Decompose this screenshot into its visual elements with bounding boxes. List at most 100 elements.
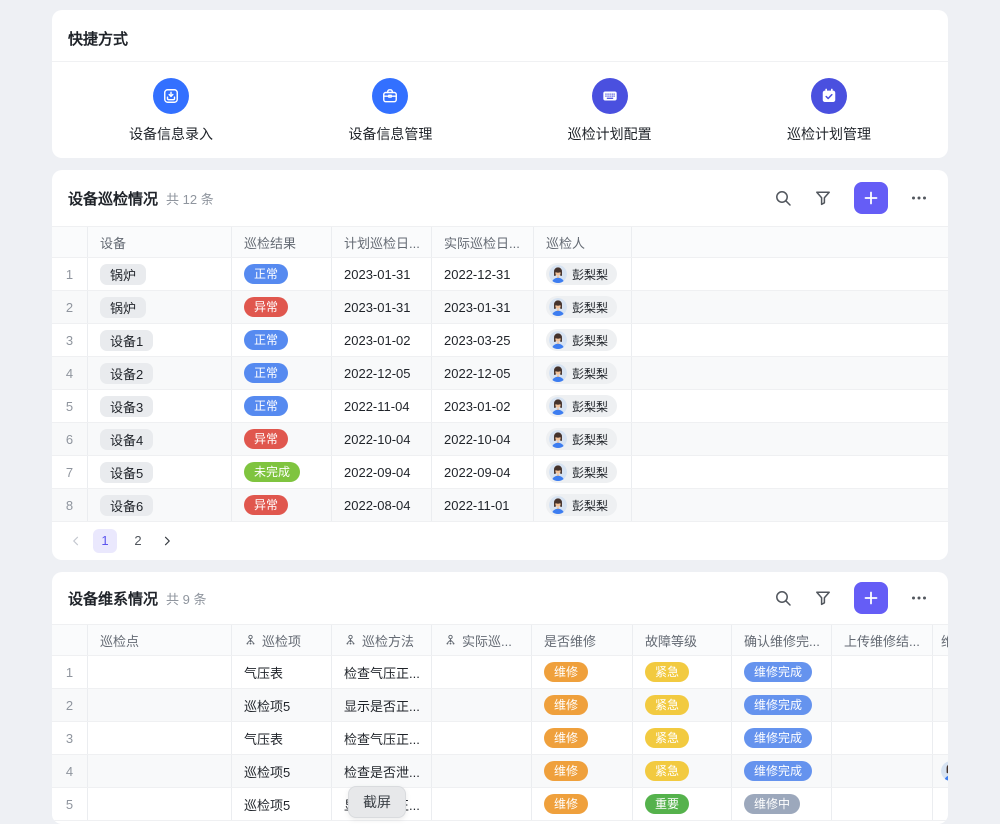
table-row[interactable]: 2 巡检项5 显示是否正... 维修 紧急 维修完成	[52, 689, 948, 722]
plan-date-cell[interactable]: 2022-09-04	[332, 456, 432, 488]
shortcut-device-info-manage[interactable]: 设备信息管理	[315, 78, 465, 144]
confirm-cell[interactable]: 维修完成	[732, 722, 832, 754]
level-cell[interactable]: 紧急	[633, 755, 732, 787]
device-cell[interactable]: 设备4	[88, 423, 232, 455]
plan-date-cell[interactable]: 2023-01-31	[332, 258, 432, 290]
point-cell[interactable]	[88, 689, 232, 721]
actual-date-cell[interactable]: 2023-01-31	[432, 291, 534, 323]
table-row[interactable]: 1 锅炉 正常 2023-01-31 2022-12-31 彭梨梨	[52, 258, 948, 291]
actual-cell[interactable]	[432, 722, 532, 754]
table-row[interactable]: 2 锅炉 异常 2023-01-31 2023-01-31 彭梨梨	[52, 291, 948, 324]
table-row[interactable]: 3 气压表 检查气压正... 维修 紧急 维修完成	[52, 722, 948, 755]
column-header-upload[interactable]: 上传维修结...	[832, 625, 933, 655]
item-cell[interactable]: 巡检项5	[232, 788, 332, 820]
point-cell[interactable]	[88, 755, 232, 787]
device-cell[interactable]: 设备3	[88, 390, 232, 422]
table-row[interactable]: 5 巡检项5 显示是否正... 维修 重要 维修中	[52, 788, 948, 821]
device-cell[interactable]: 锅炉	[88, 258, 232, 290]
result-cell[interactable]: 正常	[232, 390, 332, 422]
level-cell[interactable]: 紧急	[633, 656, 732, 688]
table-row[interactable]: 7 设备5 未完成 2022-09-04 2022-09-04 彭梨梨	[52, 456, 948, 489]
repair-cell[interactable]: 维修	[532, 755, 633, 787]
upload-cell[interactable]	[832, 722, 933, 754]
column-header-actual[interactable]: 实际巡...	[432, 625, 532, 655]
item-cell[interactable]: 巡检项5	[232, 755, 332, 787]
table-row[interactable]: 3 设备1 正常 2023-01-02 2023-03-25 彭梨梨	[52, 324, 948, 357]
point-cell[interactable]	[88, 656, 232, 688]
shortcut-plan-manage[interactable]: 巡检计划管理	[754, 78, 904, 144]
column-header-point[interactable]: 巡检点	[88, 625, 232, 655]
shortcut-plan-config[interactable]: 巡检计划配置	[535, 78, 685, 144]
plan-date-cell[interactable]: 2022-10-04	[332, 423, 432, 455]
device-cell[interactable]: 锅炉	[88, 291, 232, 323]
actual-date-cell[interactable]: 2022-10-04	[432, 423, 534, 455]
result-cell[interactable]: 正常	[232, 324, 332, 356]
add-record-button[interactable]	[854, 582, 888, 614]
more-icon[interactable]	[906, 185, 932, 211]
inspector-cell[interactable]: 彭梨梨	[534, 423, 632, 455]
page-button-2[interactable]: 2	[126, 529, 150, 553]
column-header-plan-date[interactable]: 计划巡检日...	[332, 227, 432, 257]
actual-cell[interactable]	[432, 788, 532, 820]
table-row[interactable]: 5 设备3 正常 2022-11-04 2023-01-02 彭梨梨	[52, 390, 948, 423]
result-cell[interactable]: 正常	[232, 357, 332, 389]
repair-cell[interactable]: 维修	[532, 689, 633, 721]
inspector-cell[interactable]: 彭梨梨	[534, 489, 632, 521]
plan-date-cell[interactable]: 2023-01-02	[332, 324, 432, 356]
actual-date-cell[interactable]: 2023-03-25	[432, 324, 534, 356]
actual-date-cell[interactable]: 2022-11-01	[432, 489, 534, 521]
clipped-cell[interactable]	[933, 755, 948, 787]
column-header-device[interactable]: 设备	[88, 227, 232, 257]
inspector-cell[interactable]: 彭梨梨	[534, 357, 632, 389]
page-button-1[interactable]: 1	[93, 529, 117, 553]
table-row[interactable]: 8 设备6 异常 2022-08-04 2022-11-01 彭梨梨	[52, 489, 948, 522]
confirm-cell[interactable]: 维修完成	[732, 689, 832, 721]
confirm-cell[interactable]: 维修完成	[732, 755, 832, 787]
plan-date-cell[interactable]: 2022-08-04	[332, 489, 432, 521]
plan-date-cell[interactable]: 2022-12-05	[332, 357, 432, 389]
repair-cell[interactable]: 维修	[532, 722, 633, 754]
result-cell[interactable]: 异常	[232, 291, 332, 323]
table-row[interactable]: 6 设备4 异常 2022-10-04 2022-10-04 彭梨梨	[52, 423, 948, 456]
column-header-actual-date[interactable]: 实际巡检日...	[432, 227, 534, 257]
plan-date-cell[interactable]: 2022-11-04	[332, 390, 432, 422]
plan-date-cell[interactable]: 2023-01-31	[332, 291, 432, 323]
column-header-inspector[interactable]: 巡检人	[534, 227, 632, 257]
inspector-cell[interactable]: 彭梨梨	[534, 390, 632, 422]
confirm-cell[interactable]: 维修中	[732, 788, 832, 820]
table-row[interactable]: 4 巡检项5 检查是否泄... 维修 紧急 维修完成	[52, 755, 948, 788]
repair-cell[interactable]: 维修	[532, 788, 633, 820]
result-cell[interactable]: 正常	[232, 258, 332, 290]
confirm-cell[interactable]: 维修完成	[732, 656, 832, 688]
filter-icon[interactable]	[810, 585, 836, 611]
point-cell[interactable]	[88, 788, 232, 820]
method-cell[interactable]: 检查气压正...	[332, 656, 432, 688]
upload-cell[interactable]	[832, 689, 933, 721]
upload-cell[interactable]	[832, 656, 933, 688]
inspector-cell[interactable]: 彭梨梨	[534, 291, 632, 323]
chevron-right-icon[interactable]	[159, 533, 175, 549]
level-cell[interactable]: 重要	[633, 788, 732, 820]
column-header-item[interactable]: 巡检项	[232, 625, 332, 655]
item-cell[interactable]: 巡检项5	[232, 689, 332, 721]
device-cell[interactable]: 设备5	[88, 456, 232, 488]
inspector-cell[interactable]: 彭梨梨	[534, 258, 632, 290]
add-record-button[interactable]	[854, 182, 888, 214]
actual-date-cell[interactable]: 2023-01-02	[432, 390, 534, 422]
column-header-clipped[interactable]: 维...	[933, 625, 948, 655]
clipped-cell[interactable]	[933, 656, 948, 688]
clipped-cell[interactable]	[933, 722, 948, 754]
level-cell[interactable]: 紧急	[633, 722, 732, 754]
point-cell[interactable]	[88, 722, 232, 754]
actual-cell[interactable]	[432, 689, 532, 721]
inspector-cell[interactable]: 彭梨梨	[534, 456, 632, 488]
actual-cell[interactable]	[432, 755, 532, 787]
repair-cell[interactable]: 维修	[532, 656, 633, 688]
column-header-level[interactable]: 故障等级	[633, 625, 732, 655]
filter-icon[interactable]	[810, 185, 836, 211]
column-header-result[interactable]: 巡检结果	[232, 227, 332, 257]
level-cell[interactable]: 紧急	[633, 689, 732, 721]
actual-date-cell[interactable]: 2022-09-04	[432, 456, 534, 488]
clipped-cell[interactable]	[933, 788, 948, 820]
method-cell[interactable]: 检查是否泄...	[332, 755, 432, 787]
